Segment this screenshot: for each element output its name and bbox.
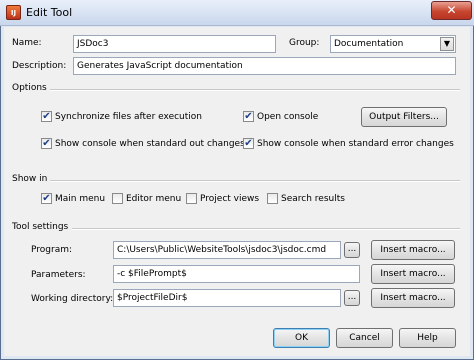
checkmark-icon: ✔ bbox=[244, 111, 253, 122]
show-stderr-checkbox[interactable]: ✔ bbox=[243, 138, 254, 149]
checkmark-icon: ✔ bbox=[244, 138, 253, 149]
editor-menu-checkbox[interactable] bbox=[112, 193, 123, 204]
tool-settings-divider bbox=[72, 228, 460, 230]
group-select-value: Documentation bbox=[334, 39, 404, 49]
working-directory-insert-macro-button[interactable]: Insert macro... bbox=[371, 288, 455, 308]
title-bar[interactable]: IJ Edit Tool ✕ bbox=[0, 0, 474, 26]
show-in-section-title: Show in bbox=[12, 174, 48, 184]
help-button[interactable]: Help bbox=[399, 328, 456, 348]
working-directory-label: Working directory: bbox=[31, 294, 114, 304]
search-results-checkbox[interactable] bbox=[267, 193, 278, 204]
checkmark-icon: ✔ bbox=[42, 138, 51, 149]
parameters-insert-macro-button[interactable]: Insert macro... bbox=[371, 264, 455, 284]
output-filters-button[interactable]: Output Filters... bbox=[361, 107, 447, 127]
program-insert-macro-button[interactable]: Insert macro... bbox=[371, 240, 455, 260]
app-icon: IJ bbox=[6, 5, 21, 20]
program-label: Program: bbox=[31, 245, 73, 255]
main-menu-checkbox[interactable]: ✔ bbox=[41, 193, 52, 204]
main-menu-label: Main menu bbox=[55, 194, 106, 204]
sync-files-checkbox[interactable]: ✔ bbox=[41, 111, 52, 122]
show-stdout-label: Show console when standard out changes bbox=[55, 139, 245, 149]
working-directory-field[interactable]: $ProjectFileDir$ bbox=[113, 289, 341, 307]
name-label: Name: bbox=[12, 38, 42, 48]
search-results-label: Search results bbox=[281, 194, 345, 204]
project-views-label: Project views bbox=[200, 194, 260, 204]
options-section-title: Options bbox=[12, 83, 47, 93]
name-field[interactable]: JSDoc3 bbox=[73, 35, 276, 53]
working-directory-browse-button[interactable]: ... bbox=[344, 290, 360, 306]
close-button[interactable]: ✕ bbox=[431, 1, 472, 20]
show-stderr-label: Show console when standard error changes bbox=[257, 139, 454, 149]
close-icon: ✕ bbox=[446, 3, 457, 17]
group-select[interactable]: Documentation ▼ bbox=[330, 35, 456, 53]
project-views-checkbox[interactable] bbox=[186, 193, 197, 204]
tool-settings-section-title: Tool settings bbox=[12, 222, 69, 232]
checkmark-icon: ✔ bbox=[42, 111, 51, 122]
parameters-field[interactable]: -c $FilePrompt$ bbox=[113, 265, 360, 283]
program-field[interactable]: C:\Users\Public\WebsiteTools\jsdoc3\jsdo… bbox=[113, 241, 341, 259]
show-stdout-checkbox[interactable]: ✔ bbox=[41, 138, 52, 149]
options-divider bbox=[50, 89, 460, 91]
editor-menu-label: Editor menu bbox=[126, 194, 182, 204]
sync-files-label: Synchronize files after execution bbox=[55, 112, 202, 122]
description-field[interactable]: Generates JavaScript documentation bbox=[73, 57, 456, 75]
chevron-down-icon[interactable]: ▼ bbox=[440, 37, 454, 51]
group-label: Group: bbox=[289, 38, 320, 48]
show-in-divider bbox=[50, 180, 460, 182]
ok-button[interactable]: OK bbox=[273, 328, 330, 348]
description-label: Description: bbox=[12, 61, 67, 71]
open-console-checkbox[interactable]: ✔ bbox=[243, 111, 254, 122]
program-browse-button[interactable]: ... bbox=[344, 242, 360, 258]
checkmark-icon: ✔ bbox=[42, 193, 51, 204]
parameters-label: Parameters: bbox=[31, 270, 86, 280]
open-console-label: Open console bbox=[257, 112, 319, 122]
window-title: Edit Tool bbox=[26, 6, 73, 19]
cancel-button[interactable]: Cancel bbox=[336, 328, 393, 348]
